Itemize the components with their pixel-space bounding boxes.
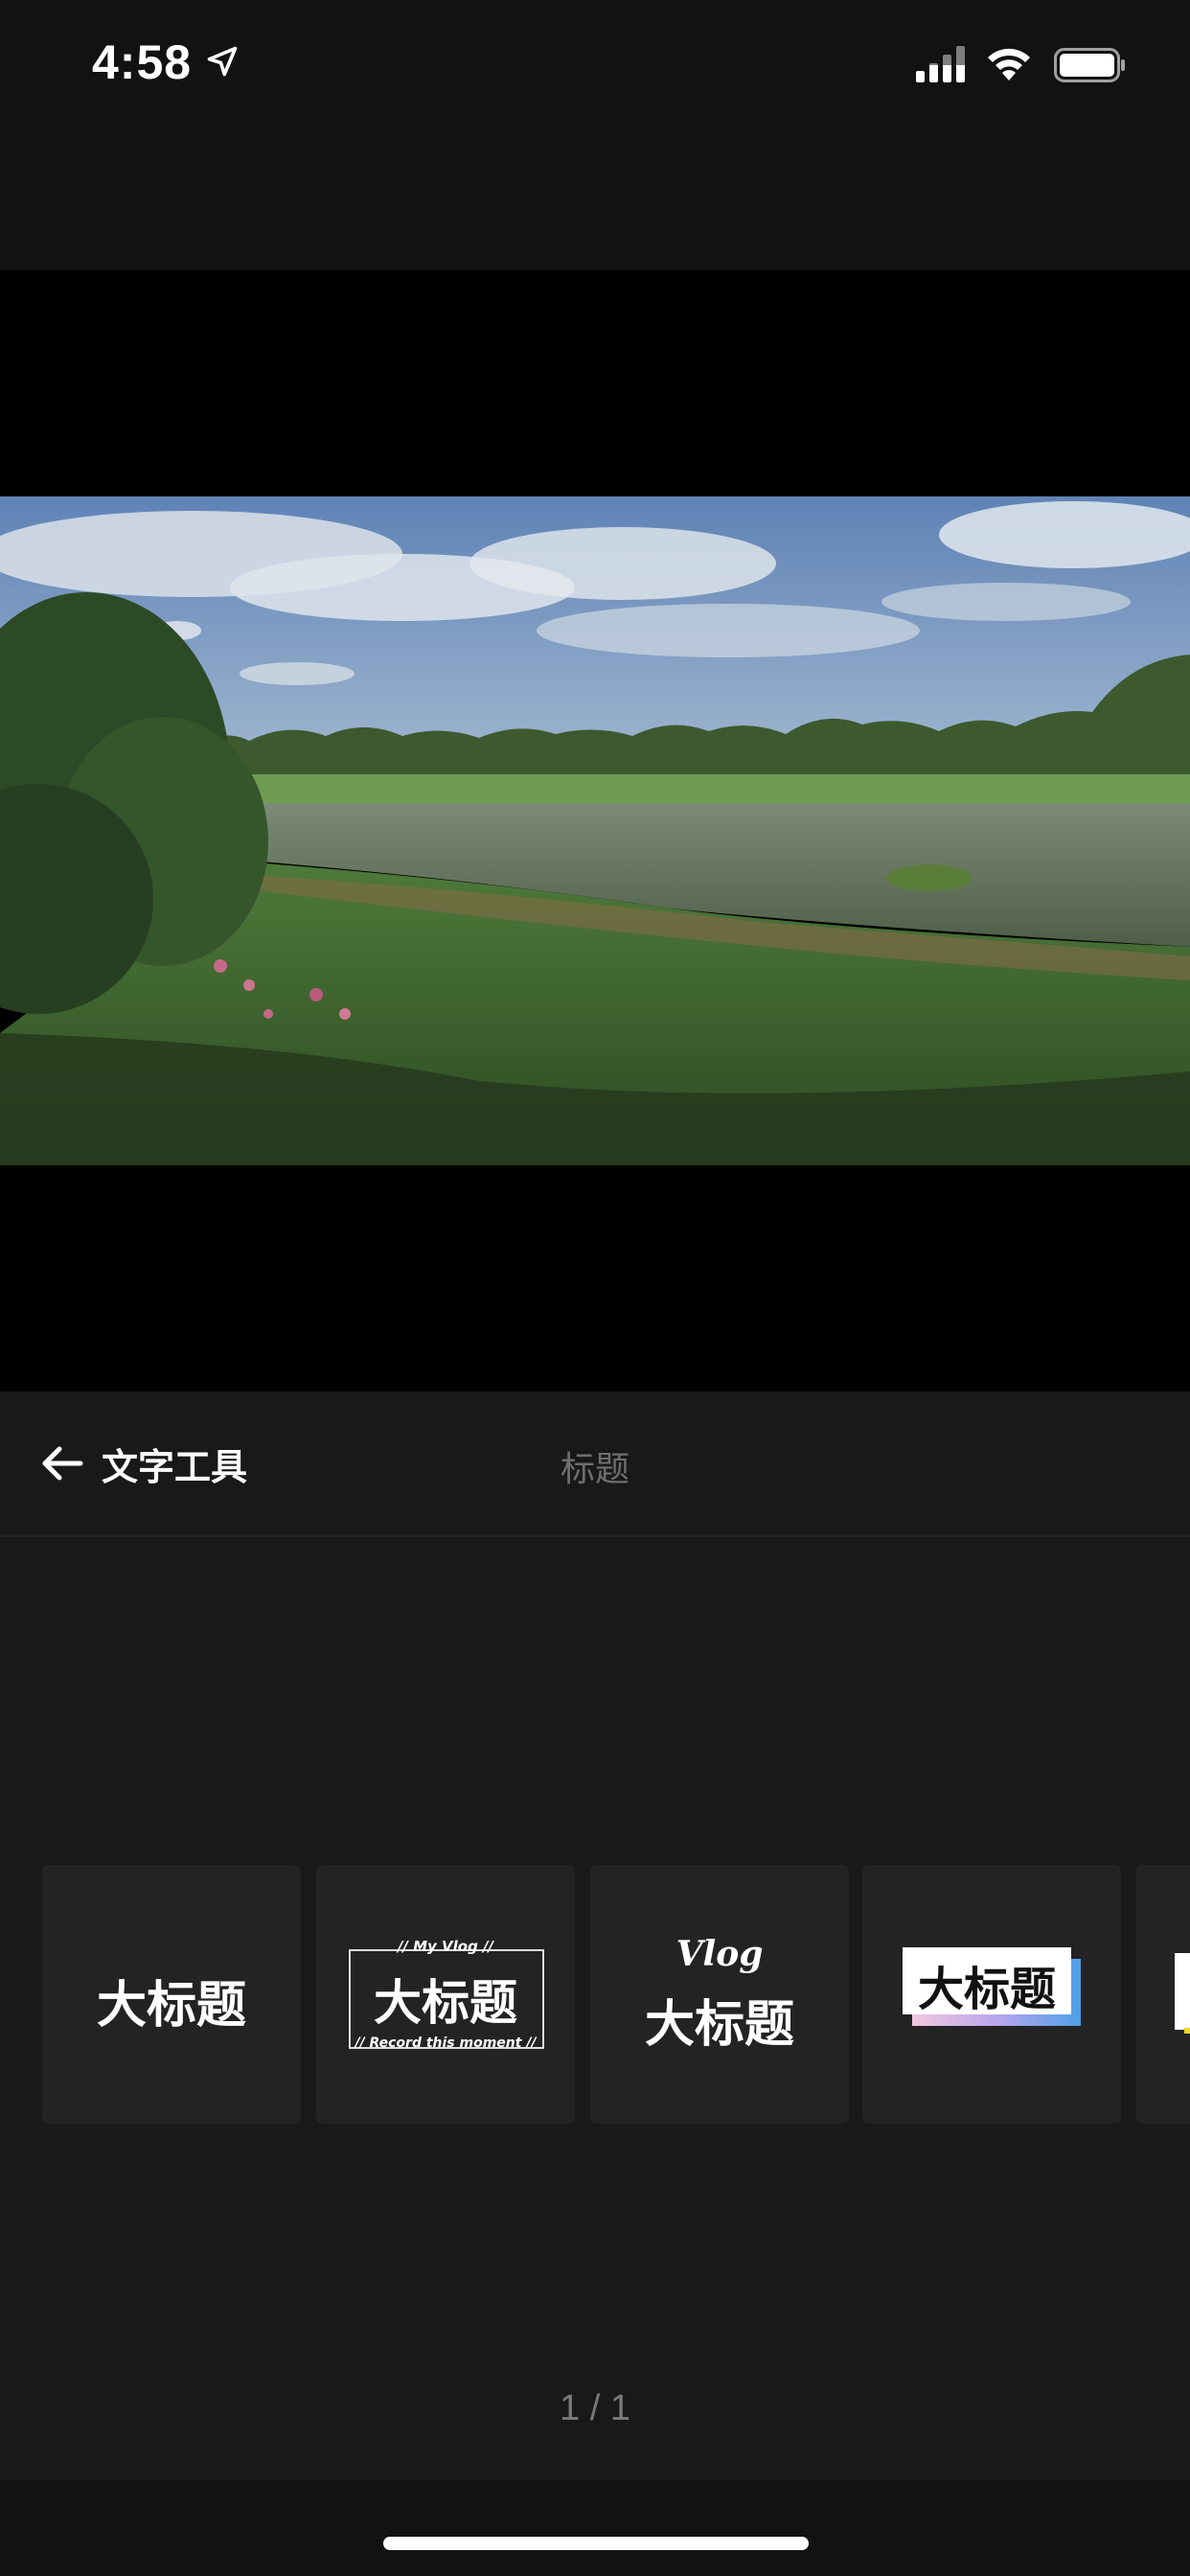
location-arrow-icon [207,46,238,77]
title-template-card[interactable]: Vlog 大标题 [590,1865,849,2124]
wifi-icon [988,48,1030,80]
template-bottom-text: // Record this moment // [355,2036,537,2051]
template-main-text: 大标题 [374,1975,517,2031]
status-bar: 4:58 [0,0,1190,134]
template-top-text: // My Vlog // [397,1938,494,1955]
title-template-list: 大标题 // My Vlog // 大标题 // Record this mom… [42,1865,1190,2124]
template-label-block [1175,1953,1190,2030]
top-band [0,134,1190,270]
bottom-bar [0,2480,1190,2576]
tab-title[interactable]: 标题 [0,1441,1190,1491]
template-main-text: 大标题 [644,1996,794,2054]
video-preview[interactable] [0,270,1190,1392]
template-script-text: Vlog [675,1934,764,1974]
text-tool-header: 文字工具 标题 [0,1392,1190,1537]
title-template-card[interactable]: 大标题 [42,1865,301,2124]
template-accent-bar [1184,2028,1190,2034]
title-template-card[interactable]: // My Vlog // 大标题 // Record this moment … [316,1865,575,2124]
home-indicator[interactable] [383,2537,809,2550]
title-template-card[interactable]: 大标题 [862,1865,1121,2124]
cellular-signal-icon [916,46,966,82]
template-main-text: 大标题 [917,1963,1056,2016]
template-main-text: 大标题 [96,1977,246,2035]
battery-icon [1054,48,1125,82]
template-panel: 大标题 // My Vlog // 大标题 // Record this mom… [0,1537,1190,2480]
pagination-indicator: 1 / 1 [560,2388,630,2428]
landscape-video-frame [0,496,1190,1165]
status-time: 4:58 [92,35,193,89]
title-template-card[interactable] [1136,1865,1190,2124]
